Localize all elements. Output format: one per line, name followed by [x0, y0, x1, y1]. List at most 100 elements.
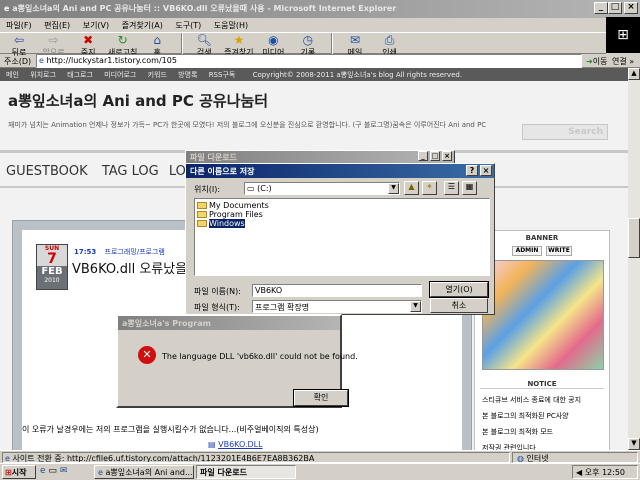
notice-item[interactable]: 스티큐브 서비스 종료에 대한 공지: [482, 392, 606, 408]
tab-tag-log[interactable]: TAG LOG: [102, 164, 159, 179]
menubar: 파일(F) 편집(E) 보기(V) 즐겨찾기(A) 도구(T) 도움말(H): [0, 18, 600, 32]
download-dialog: 파일 다운로드 _ □ ×: [185, 150, 455, 164]
nav-guestbook[interactable]: 방명록: [178, 71, 197, 79]
task-ie[interactable]: e a뽕잎소녀a의 Ani and...: [94, 465, 194, 479]
error-message: The language DLL 'vb6ko.dll' could not b…: [162, 352, 358, 361]
file-icon: ▤: [208, 440, 219, 449]
file-list[interactable]: My Documents Program Files Windows: [194, 198, 490, 276]
notice-item[interactable]: 저작권 관련입니다: [482, 440, 606, 450]
ie-launch-icon[interactable]: e: [40, 466, 46, 476]
mail-icon: ✉: [349, 33, 361, 47]
nav-location-log[interactable]: 위치로그: [30, 71, 56, 79]
banner-image[interactable]: [482, 260, 604, 370]
nav-home[interactable]: 메인: [6, 71, 19, 79]
stop-icon: ✖: [83, 33, 94, 47]
location-dropdown[interactable]: ▭ (C:): [244, 182, 400, 195]
nav-tag-log[interactable]: 태그로그: [67, 71, 93, 79]
window-titlebar[interactable]: e a뽕잎소녀a의 Ani and PC 공유나눔터 :: VB6KO.dll …: [0, 0, 640, 18]
nav-keyword[interactable]: 키워드: [148, 71, 167, 79]
clock: 오후 12:50: [584, 468, 626, 477]
volume-icon[interactable]: ◀: [576, 468, 585, 477]
search-box[interactable]: Search: [522, 124, 608, 140]
file-item[interactable]: My Documents: [197, 201, 487, 210]
maximize-button[interactable]: □: [608, 2, 622, 14]
notice-item[interactable]: 본 블로그의 최적화된 PC사양: [482, 408, 606, 424]
list-view-button[interactable]: ☰: [444, 181, 459, 195]
close-button[interactable]: ×: [624, 2, 638, 14]
filetype-dropdown[interactable]: 프로그램 확장명: [252, 300, 422, 313]
vertical-scrollbar[interactable]: ▲ ▼: [628, 68, 640, 450]
links-button[interactable]: 연결 »: [612, 56, 634, 67]
blog-title[interactable]: a뽕잎소녀a의 Ani and PC 공유나눔터: [8, 90, 268, 111]
save-as-titlebar[interactable]: 다른 이름으로 저장: [186, 164, 494, 178]
error-titlebar[interactable]: a뽕잎소녀a's Program: [118, 316, 340, 330]
open-button[interactable]: 열기(O): [429, 281, 489, 298]
admin-button[interactable]: ADMIN: [512, 246, 542, 256]
attachment-link[interactable]: ▤ VB6KO.DLL: [208, 440, 263, 449]
history-icon: ◷: [302, 33, 314, 47]
minimize-button[interactable]: _: [594, 2, 608, 14]
scroll-down-button[interactable]: ▼: [628, 438, 640, 450]
post-meta: 17:53 프로그래밍/프로그램: [74, 247, 165, 257]
notice-item[interactable]: 본 블로그의 최적화 모드: [482, 424, 606, 440]
download-close-button[interactable]: ×: [442, 151, 452, 161]
address-url: http://luckystar1.tistory.com/105: [46, 56, 177, 65]
cancel-button[interactable]: 취소: [430, 298, 488, 313]
menu-help[interactable]: 도움말(H): [214, 21, 248, 30]
download-minimize-button[interactable]: _: [418, 151, 428, 161]
menu-tools[interactable]: 도구(T): [175, 21, 201, 30]
menu-view[interactable]: 보기(V): [83, 21, 109, 30]
ok-button[interactable]: 확인: [293, 389, 349, 407]
location-dropdown-arrow[interactable]: ▼: [388, 183, 399, 194]
error-dialog: a뽕잎소녀a's Program ✕ The language DLL 'vb6…: [116, 314, 358, 408]
filename-label: 파일 이름(N):: [194, 287, 241, 296]
menu-file[interactable]: 파일(F): [6, 21, 32, 30]
new-folder-button[interactable]: ✦: [422, 181, 437, 195]
location-label: 위치(I):: [194, 185, 221, 194]
nav-media-log[interactable]: 미디어로그: [104, 71, 136, 79]
download-dialog-titlebar[interactable]: 파일 다운로드: [186, 151, 454, 163]
address-input[interactable]: e http://luckystar1.tistory.com/105: [36, 54, 582, 68]
copyright: Copyright© 2008-2011 a뽕잎소녀a's blog All r…: [252, 71, 463, 79]
search-icon: 🔍︎: [196, 33, 212, 47]
folder-icon: [197, 220, 207, 227]
save-as-help-button[interactable]: ?: [466, 165, 478, 176]
date-badge: SUN 7 FEB 2010: [36, 244, 68, 290]
system-tray: ◀ 오후 12:50: [572, 465, 638, 479]
scroll-up-button[interactable]: ▲: [628, 68, 640, 80]
scroll-thumb[interactable]: [628, 218, 640, 258]
home-icon: ⌂: [153, 33, 161, 47]
up-folder-button[interactable]: ▲: [404, 181, 419, 195]
tab-bar: GUESTBOOK TAG LOG LOC: [0, 164, 195, 179]
taskbar: ⊞시작 e ▭ ✉ e a뽕잎소녀a의 Ani and... 파일 다운로드 ◀…: [0, 463, 640, 480]
tab-guestbook[interactable]: GUESTBOOK: [6, 164, 88, 179]
outlook-icon[interactable]: ✉: [60, 466, 68, 476]
save-as-dialog: 다른 이름으로 저장 ? × 위치(I): ▭ (C:) ▼ ▲ ✦ ☰ ▦ M…: [185, 163, 495, 315]
date-month: FEB: [41, 266, 63, 277]
details-view-button[interactable]: ▦: [462, 181, 477, 195]
favorites-icon: ★: [233, 33, 245, 47]
start-button[interactable]: ⊞시작: [2, 465, 36, 479]
folder-icon: [197, 202, 207, 209]
go-arrow-icon: ➜: [586, 57, 593, 66]
refresh-icon: ↻: [117, 33, 128, 47]
post-category[interactable]: 프로그래밍/프로그램: [105, 248, 165, 256]
post-title[interactable]: VB6KO.dll 오류났을: [72, 258, 187, 277]
notice-list: 스티큐브 서비스 종료에 대한 공지 본 블로그의 최적화된 PC사양 본 블로…: [482, 392, 606, 450]
save-as-title: 다른 이름으로 저장: [190, 167, 255, 176]
task-download[interactable]: 파일 다운로드: [196, 465, 296, 479]
save-as-close-button[interactable]: ×: [480, 165, 492, 176]
file-item[interactable]: Program Files: [197, 210, 487, 219]
desktop-icon[interactable]: ▭: [48, 466, 57, 476]
write-button[interactable]: WRITE: [546, 246, 572, 256]
go-button[interactable]: ➜이동: [586, 56, 607, 67]
download-maximize-button[interactable]: □: [430, 151, 440, 161]
print-icon: ⎙: [384, 33, 395, 47]
file-item-selected[interactable]: Windows: [197, 219, 487, 228]
statusbar: e 사이트 전환 중: http://cfile6.uf.tistory.com…: [0, 450, 640, 463]
menu-edit[interactable]: 편집(E): [44, 21, 70, 30]
filename-input[interactable]: VB6KO: [252, 284, 422, 297]
filetype-dropdown-arrow[interactable]: ▼: [410, 301, 421, 312]
nav-rss[interactable]: RSS구독: [209, 71, 236, 79]
menu-favorites[interactable]: 즐겨찾기(A): [122, 21, 163, 30]
